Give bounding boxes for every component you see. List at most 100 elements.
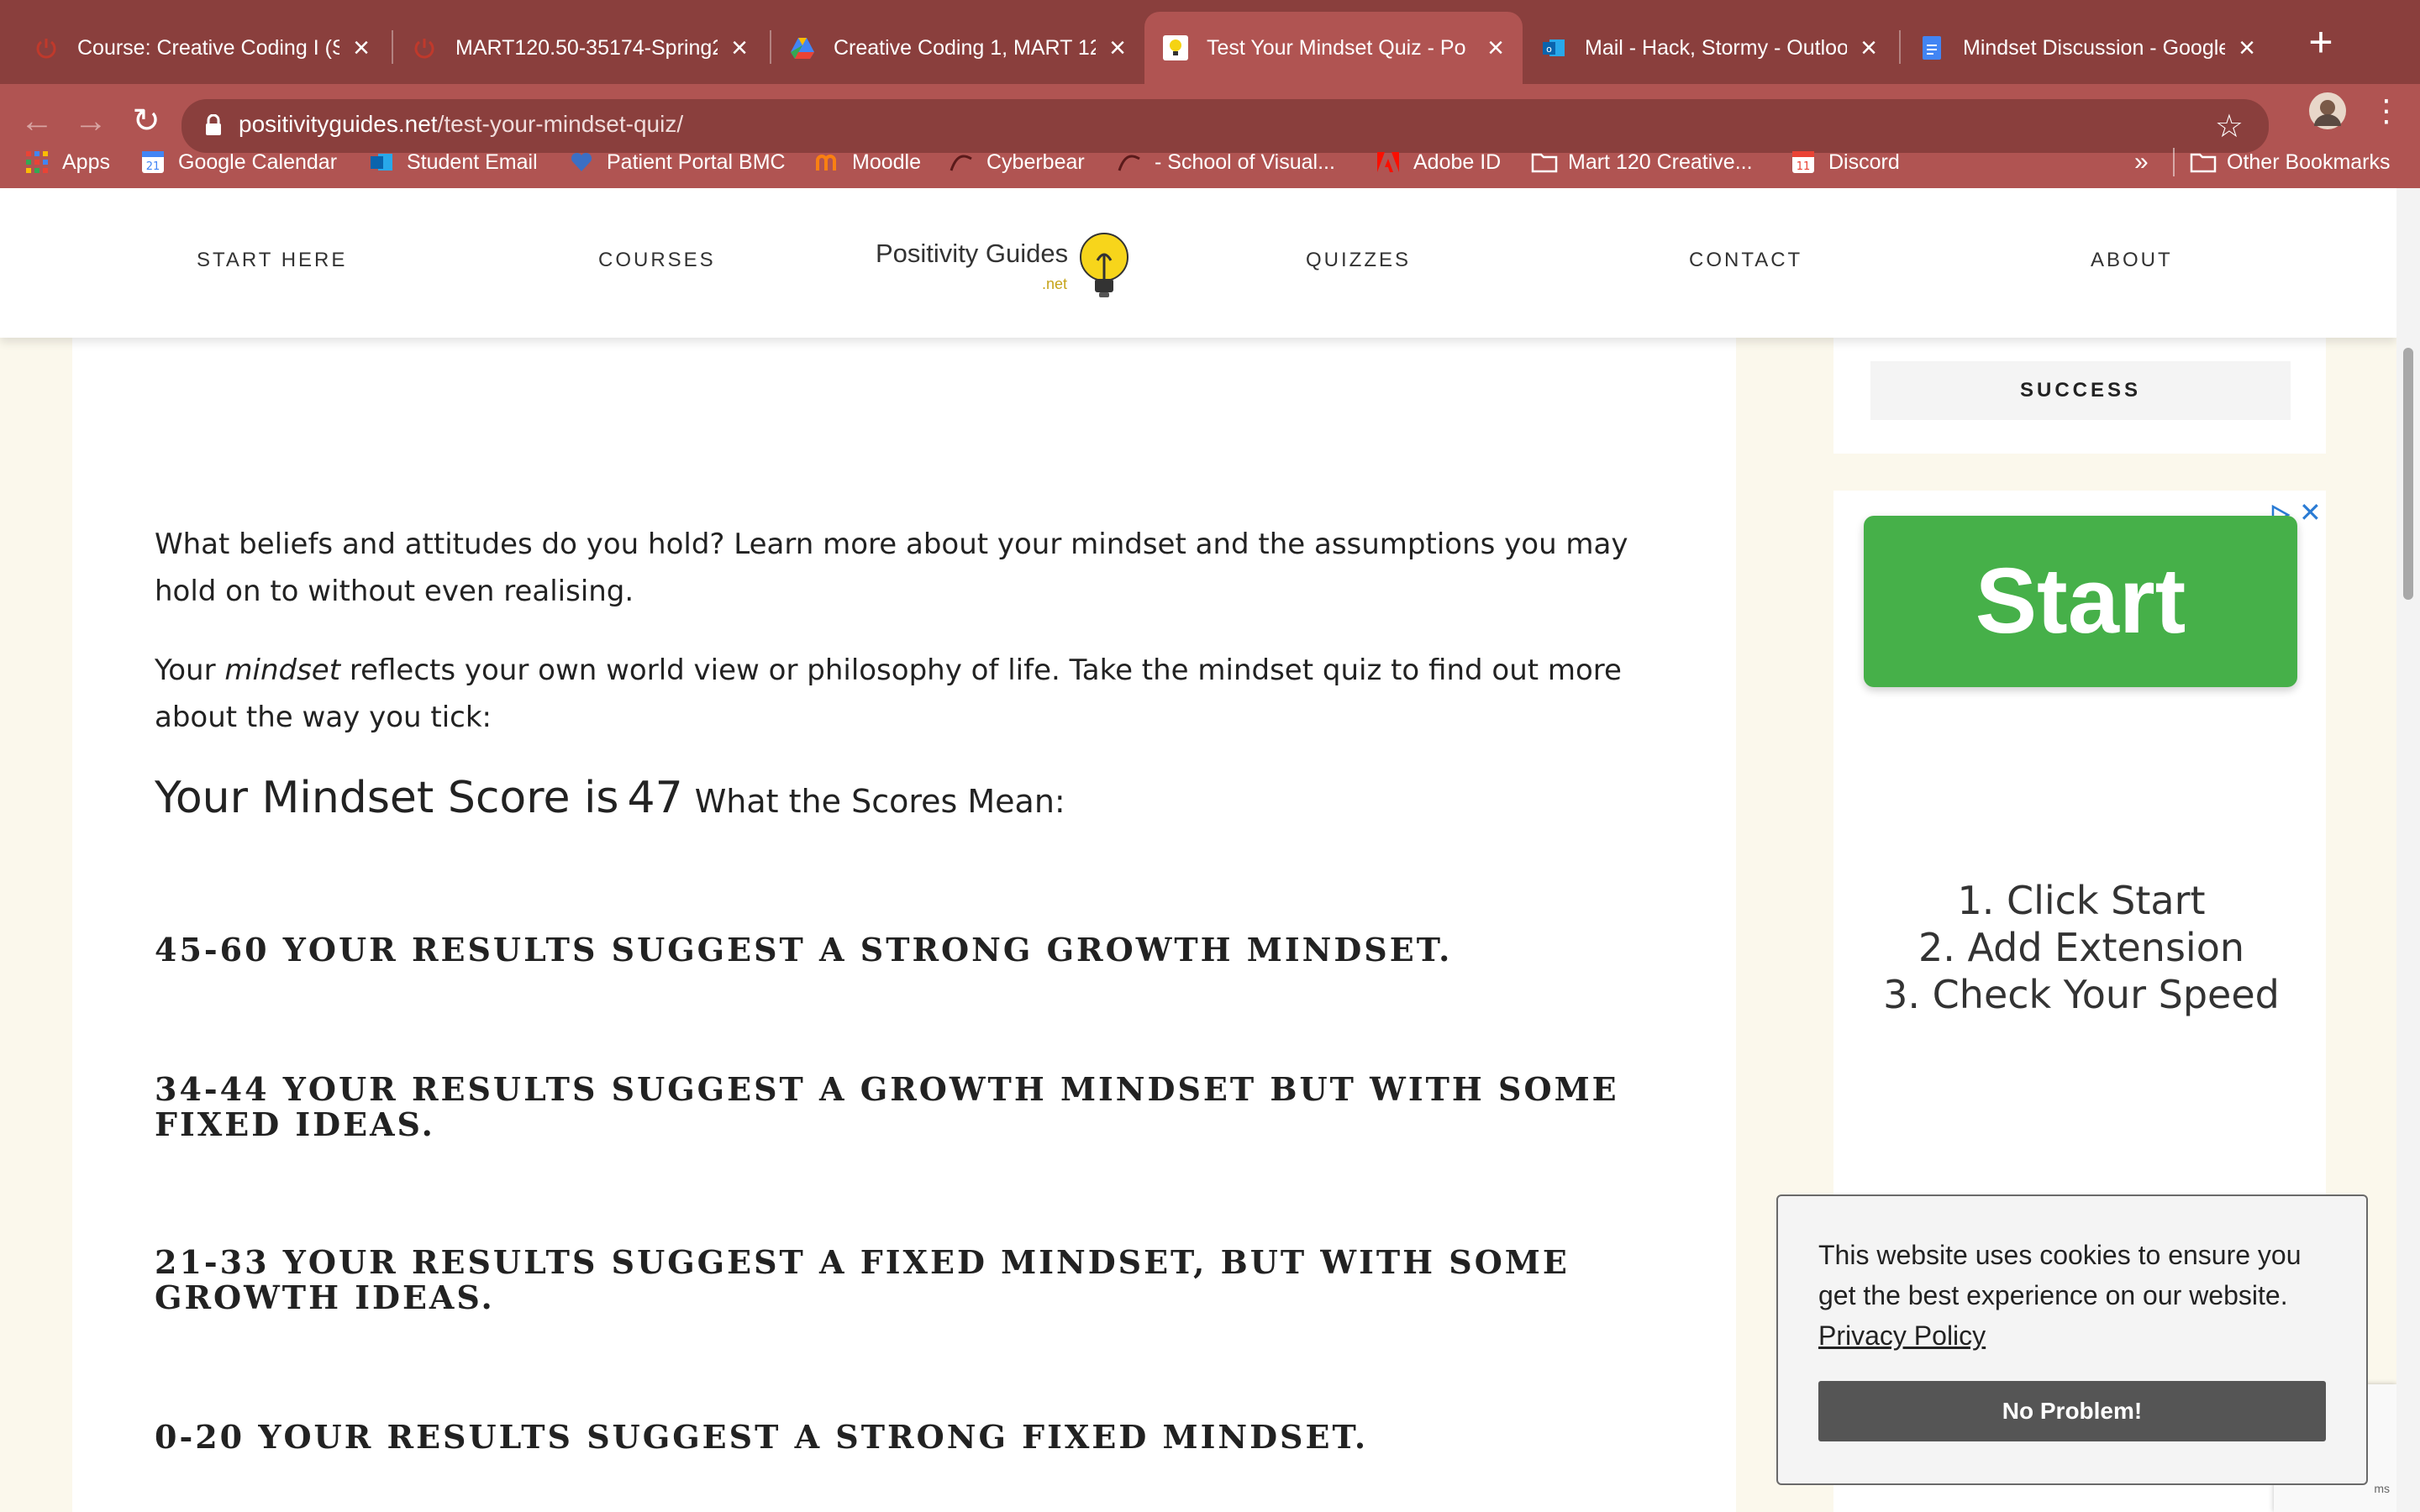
ad-close-icon[interactable]: ✕ [2299,499,2322,526]
bookmark-mart120-folder[interactable]: Mart 120 Creative... [1531,136,1753,188]
category-success-button[interactable]: SUCCESS [1870,361,2291,420]
logo-sub: .net [1042,276,1068,292]
outlook-icon [370,150,393,174]
tab-title: MART120.50-35174-Spring2 [455,35,718,60]
bookmark-patient-portal[interactable]: Patient Portal BMC [570,136,786,188]
mindset-paragraph: Your mindset reflects your own world vie… [155,647,1667,741]
svg-text:11: 11 [1797,160,1811,173]
apps-grid-icon [25,150,49,174]
close-icon[interactable]: × [2238,34,2255,62]
docs-icon [1919,35,1944,60]
score-line: Your Mindset Score is 47 What the Scores M… [155,773,1065,823]
svg-text:21: 21 [146,160,160,173]
browser-toolbar: ← → ↻ positivityguides.net/test-your-min… [0,84,2420,202]
bookmark-label: Other Bookmarks [2227,150,2391,174]
close-icon[interactable]: × [353,34,370,62]
tab-mart120[interactable]: MART120.50-35174-Spring2 × [393,12,766,84]
ad-start-button[interactable]: Start [1864,516,2297,687]
svg-text:o: o [1546,44,1552,55]
nav-contact[interactable]: CONTACT [1689,249,1802,272]
url-text[interactable]: positivityguides.net/test-your-mindset-q… [239,111,683,138]
adobe-icon [1376,150,1400,174]
power-icon [34,35,59,60]
tab-mindset-discussion[interactable]: Mindset Discussion - Google × [1901,12,2274,84]
bookmark-label: Patient Portal BMC [607,150,786,174]
bookmark-label: Discord [1828,150,1900,174]
tab-creative-coding-drive[interactable]: Creative Coding 1, MART 120 × [771,12,1144,84]
cyberbear-icon [950,150,973,174]
bookmark-label: Student Email [407,150,538,174]
bookmark-google-calendar[interactable]: 21 Google Calendar [141,136,337,188]
site-logo[interactable]: Positivity Guides .net [876,230,1144,306]
close-icon[interactable]: × [731,34,748,62]
close-icon[interactable]: × [1109,34,1126,62]
nav-start-here[interactable]: START HERE [197,249,347,272]
tab-course-creative-coding[interactable]: Course: Creative Coding I (S × [15,12,388,84]
cyberbear-icon [1118,150,1141,174]
tab-title: Mail - Hack, Stormy - Outloo [1585,35,1848,60]
drive-icon [790,35,815,60]
heart-icon [570,150,593,174]
ad-step: 1. Click Start [1957,878,2206,923]
kebab-menu-icon[interactable]: ⋮ [2371,96,2402,126]
scores-mean-heading: What the Scores Mean: [694,783,1065,820]
result-heading: 21-33 YOUR RESULTS SUGGEST A FIXED MINDS… [155,1243,1570,1316]
tab-mindset-quiz[interactable]: Test Your Mindset Quiz - Po × [1144,12,1523,84]
bookmark-moodle[interactable]: Moodle [815,136,921,188]
other-bookmarks[interactable]: Other Bookmarks [2190,136,2391,188]
bookmark-cyberbear[interactable]: Cyberbear [950,136,1085,188]
site-header: START HERE COURSES Positivity Guides .ne… [0,188,2396,338]
para-text: reflects your own world view or philosop… [155,654,1622,734]
para-text: Your [155,654,225,687]
new-tab-icon[interactable]: + [2296,18,2346,69]
url-path: /test-your-mindset-quiz/ [437,111,684,137]
ad-step: 2. Add Extension [1918,925,2244,970]
result-heading: 45-60 YOUR RESULTS SUGGEST A STRONG GROW… [155,931,1453,969]
bookmarks-bar: Apps 21 Google Calendar Student Email Pa… [0,136,2420,188]
close-icon[interactable]: × [1860,34,1877,62]
intro-paragraph: What beliefs and attitudes do you hold? … [155,528,1628,608]
tab-title: Test Your Mindset Quiz - Po [1207,35,1466,60]
bookmarks-overflow-chevron-icon[interactable]: » [2134,136,2149,188]
bookmark-discord[interactable]: 11 Discord [1791,136,1900,188]
close-icon[interactable]: × [1487,34,1504,62]
accept-cookies-button[interactable]: No Problem! [1818,1381,2326,1441]
folder-icon [1531,150,1558,174]
result-heading: 0-20 YOUR RESULTS SUGGEST A STRONG FIXED… [155,1418,1369,1456]
bookmark-student-email[interactable]: Student Email [370,136,538,188]
tab-outlook-mail[interactable]: o Mail - Hack, Stormy - Outloo × [1523,12,1896,84]
folder-icon [2190,150,2217,174]
url-host: positivityguides.net [239,111,438,137]
page-scrollbar[interactable] [2396,188,2420,1512]
nav-quizzes[interactable]: QUIZZES [1306,249,1411,272]
bookmark-apps[interactable]: Apps [25,136,110,188]
scrollbar-thumb[interactable] [2403,348,2413,600]
outlook-icon: o [1541,35,1566,60]
bookmark-label: Adobe ID [1413,150,1502,174]
ad-steps: 1. Click Start 2. Add Extension 3. Check… [1833,877,2329,1018]
tab-title: Creative Coding 1, MART 120 [834,35,1097,60]
bookmark-school-of-visual[interactable]: - School of Visual... [1118,136,1335,188]
privacy-policy-link[interactable]: Privacy Policy [1818,1315,1986,1356]
bookmark-label: Cyberbear [986,150,1085,174]
ad-step: 3. Check Your Speed [1883,972,2280,1017]
profile-avatar[interactable] [2309,92,2346,129]
calendar-icon: 11 [1791,150,1815,174]
nav-courses[interactable]: COURSES [598,249,716,272]
tab-title: Course: Creative Coding I (S [77,35,340,60]
cookie-message: This website uses cookies to ensure you … [1818,1240,2302,1310]
result-heading: 34-44 YOUR RESULTS SUGGEST A GROWTH MIND… [155,1070,1619,1143]
tab-title: Mindset Discussion - Google [1963,35,2226,60]
lock-icon[interactable] [205,113,222,136]
bookmark-label: Apps [62,150,110,174]
bulb-icon [1077,230,1131,306]
bookmark-label: Mart 120 Creative... [1568,150,1753,174]
moodle-icon [815,150,839,174]
bookmarks-divider [2173,148,2175,176]
bookmark-label: Moodle [852,150,921,174]
score-value: 47 [627,773,683,823]
tab-bar: Course: Creative Coding I (S × MART120.5… [0,0,2420,84]
nav-about[interactable]: ABOUT [2091,249,2173,272]
bookmark-adobe-id[interactable]: Adobe ID [1376,136,1501,188]
recaptcha-terms[interactable]: ms [2374,1482,2390,1495]
